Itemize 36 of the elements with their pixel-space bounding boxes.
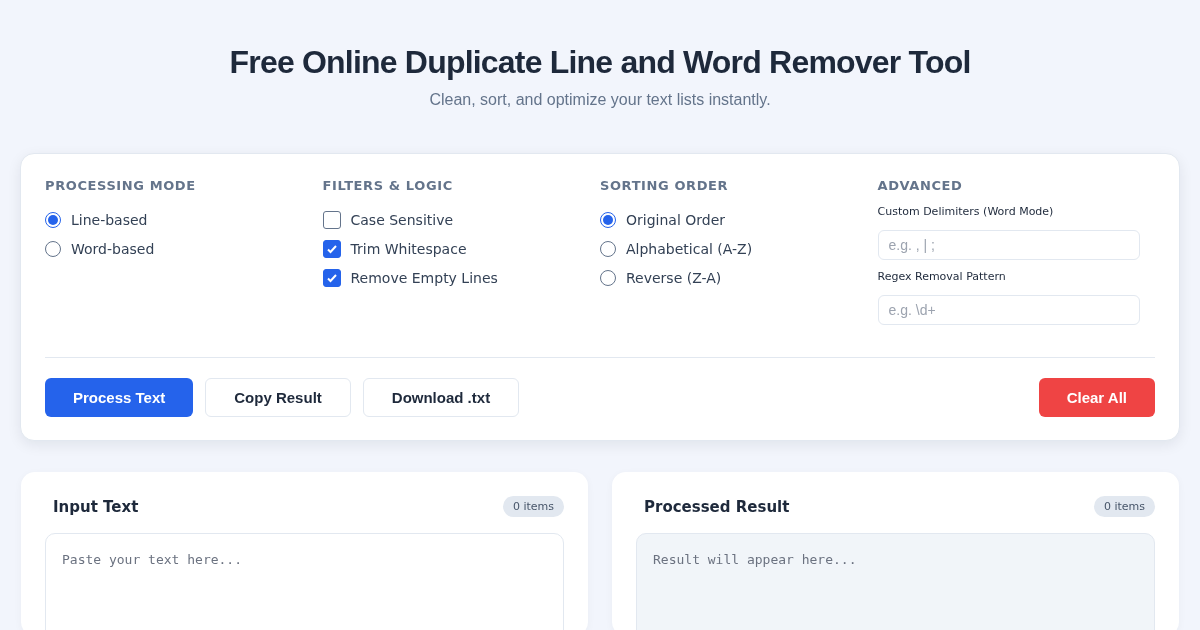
option-label: Trim Whitespace <box>350 240 467 257</box>
option-label: Word-based <box>71 240 155 257</box>
action-button[interactable]: Process Text <box>45 378 194 417</box>
section-heading: FILTERS & LOGIC <box>322 178 454 193</box>
page-title: Free Online Duplicate Line and Word Remover Tool <box>229 44 971 81</box>
input-field[interactable]: e.g. \d+ <box>877 295 1140 325</box>
radio-option[interactable]: Original Order <box>600 205 878 234</box>
checkbox[interactable] <box>322 268 341 287</box>
action-button[interactable]: Download .txt <box>362 378 520 417</box>
action-button[interactable]: Copy Result <box>205 378 351 417</box>
option-label: Remove Empty Lines <box>350 269 498 286</box>
section-heading: PROCESSING MODE <box>45 178 197 193</box>
panel-title: Processed Result <box>644 497 790 516</box>
option-label: Alphabetical (A-Z) <box>626 240 753 257</box>
action-button[interactable]: Clear All <box>1038 378 1155 417</box>
page-subtitle: Clean, sort, and optimize your text lists instantly. <box>429 91 771 109</box>
panel-title: Input Text <box>53 497 139 516</box>
field-label: Regex Removal Pattern <box>877 270 1007 283</box>
item-count-badge: 0 items <box>1093 496 1155 517</box>
checkbox[interactable] <box>322 210 341 229</box>
text-area[interactable]: Result will appear here... <box>636 533 1155 630</box>
input-field[interactable]: e.g. , | ; <box>877 230 1140 260</box>
section-heading: ADVANCED <box>877 178 964 193</box>
radio-option[interactable]: Word-based <box>45 234 323 263</box>
section-heading: SORTING ORDER <box>600 178 730 193</box>
item-count-badge: 0 items <box>502 496 564 517</box>
field-label: Custom Delimiters (Word Mode) <box>877 205 1055 218</box>
radio-option[interactable]: Reverse (Z-A) <box>600 263 878 292</box>
radio-option[interactable]: Alphabetical (A-Z) <box>600 234 878 263</box>
text-area[interactable]: Paste your text here... <box>45 533 564 630</box>
option-label: Original Order <box>626 211 726 228</box>
option-label: Line-based <box>71 211 148 228</box>
option-label: Case Sensitive <box>350 211 454 228</box>
radio-option[interactable]: Line-based <box>45 205 323 234</box>
option-label: Reverse (Z-A) <box>626 269 722 286</box>
checkbox[interactable] <box>322 239 341 258</box>
